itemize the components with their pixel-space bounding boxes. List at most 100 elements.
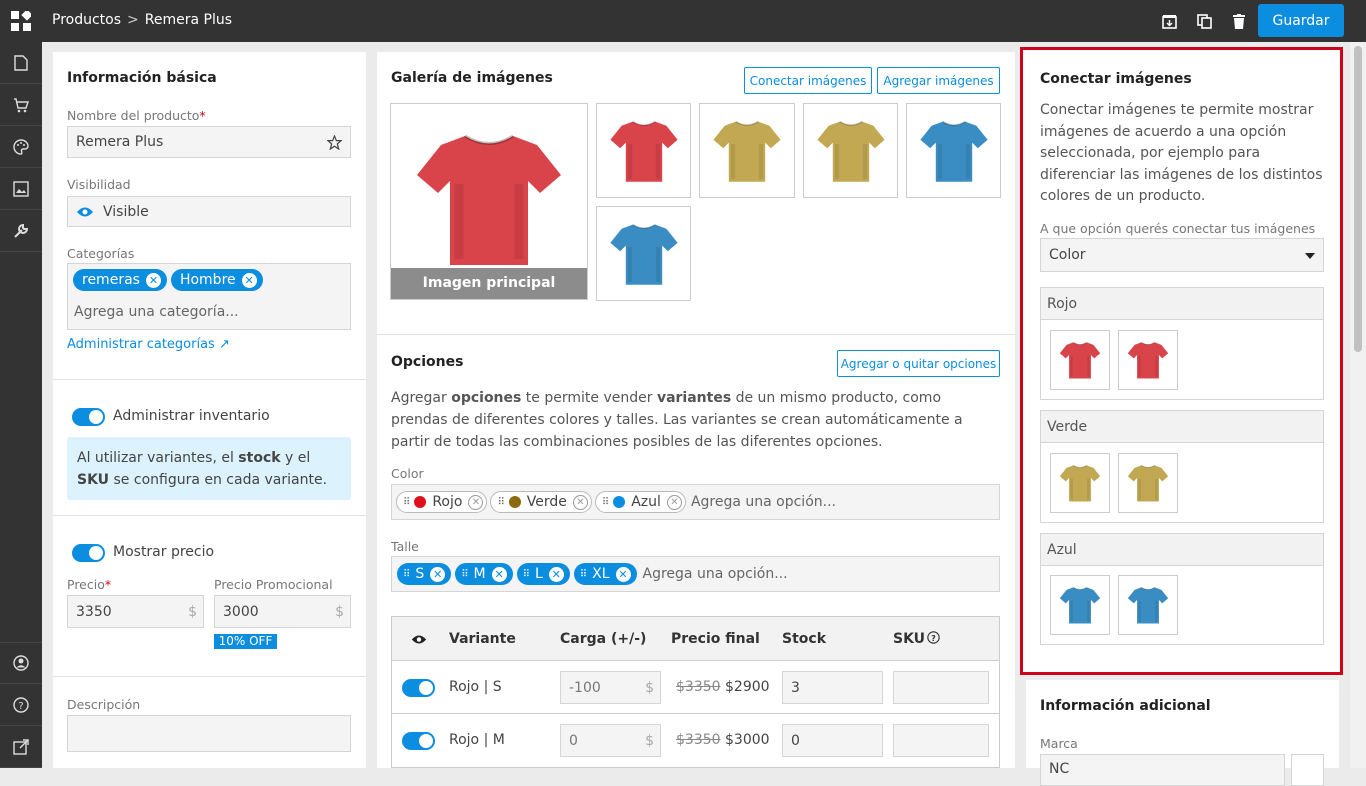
remove-option-icon[interactable]: ✕ <box>666 494 682 510</box>
svg-text:?: ? <box>18 701 23 712</box>
gallery-image[interactable] <box>803 103 898 198</box>
description-input[interactable] <box>67 715 351 752</box>
size-option-placeholder[interactable]: Agrega una opción... <box>643 566 788 582</box>
drag-handle-icon: ⠿ <box>579 568 587 580</box>
visibility-select[interactable]: Visible <box>67 196 351 227</box>
sku-input[interactable] <box>893 724 989 757</box>
blue-shirt-image <box>1059 584 1101 626</box>
save-button[interactable]: Guardar <box>1258 4 1344 37</box>
show-price-toggle[interactable] <box>72 544 105 562</box>
connect-images-button[interactable]: Conectar imágenes <box>744 67 872 94</box>
red-shirt-image <box>1127 339 1169 381</box>
breadcrumb-parent[interactable]: Productos <box>52 12 121 28</box>
size-options-input[interactable]: ⠿ S ✕ ⠿ M ✕ ⠿ L ✕ ⠿ XL ✕ Agrega una opción... <box>391 556 1000 592</box>
external-link-icon[interactable] <box>0 726 42 768</box>
variant-toggle[interactable] <box>402 732 435 750</box>
remove-size-icon[interactable]: ✕ <box>615 566 631 582</box>
gallery-image[interactable] <box>596 206 691 301</box>
group-image[interactable] <box>1050 575 1110 635</box>
add-brand-button[interactable] <box>1291 754 1324 786</box>
table-row: Rojo | M 0 $ $3350 $3000 0 <box>392 714 999 767</box>
account-icon[interactable] <box>0 642 42 684</box>
variant-toggle[interactable] <box>402 679 435 697</box>
scrollbar-thumb[interactable] <box>1354 46 1362 352</box>
description-label: Descripción <box>67 697 141 712</box>
inventory-toggle[interactable] <box>72 408 105 426</box>
help-icon[interactable]: ? <box>0 684 42 726</box>
main-image-caption: Imagen principal <box>391 268 587 299</box>
palette-icon[interactable] <box>0 126 42 168</box>
stock-input[interactable]: 0 <box>782 724 883 757</box>
document-icon[interactable] <box>0 42 42 84</box>
cart-icon[interactable] <box>0 84 42 126</box>
remove-size-icon[interactable]: ✕ <box>548 566 564 582</box>
gallery-image[interactable] <box>906 103 1001 198</box>
inventory-info-box: Al utilizar variantes, el stock y el SKU… <box>67 437 351 500</box>
size-chip[interactable]: ⠿ XL ✕ <box>573 563 637 585</box>
star-icon[interactable] <box>327 135 342 150</box>
olive-shirt-image <box>1127 462 1169 504</box>
wrench-icon[interactable] <box>0 210 42 252</box>
color-chip[interactable]: ⠿ Verde ✕ <box>490 491 592 513</box>
product-name-input[interactable]: Remera Plus <box>67 126 351 158</box>
scrollbar[interactable] <box>1350 42 1366 768</box>
color-chip[interactable]: ⠿ Azul ✕ <box>594 491 686 513</box>
remove-option-icon[interactable]: ✕ <box>468 494 484 510</box>
group-image[interactable] <box>1050 330 1110 390</box>
main-image[interactable]: Imagen principal <box>390 103 588 300</box>
edit-options-button[interactable]: Agregar o quitar opciones <box>837 350 1000 377</box>
red-shirt-image <box>414 124 564 274</box>
price-value: 3350 <box>76 603 112 620</box>
color-option-placeholder[interactable]: Agrega una opción... <box>691 494 836 510</box>
group-image[interactable] <box>1118 453 1178 513</box>
remove-option-icon[interactable]: ✕ <box>572 494 588 510</box>
gallery-image[interactable] <box>699 103 795 198</box>
color-swatch <box>613 496 626 508</box>
charge-input[interactable]: -100 $ <box>560 671 661 704</box>
size-chip[interactable]: ⠿ S ✕ <box>397 563 452 585</box>
color-chip[interactable]: ⠿ Rojo ✕ <box>396 491 488 513</box>
eye-icon[interactable] <box>411 634 427 645</box>
charge-input[interactable]: 0 $ <box>560 724 661 757</box>
variants-table: Variante Carga (+/-) Precio final Stock … <box>391 616 1000 768</box>
color-swatch <box>414 496 427 508</box>
archive-icon[interactable] <box>1160 12 1178 30</box>
gallery-options-card: Galería de imágenes Conectar imágenes Ag… <box>377 52 1015 768</box>
image-icon[interactable] <box>0 168 42 210</box>
app-logo-icon[interactable] <box>0 0 42 42</box>
add-images-button[interactable]: Agregar imágenes <box>877 67 1000 94</box>
help-icon[interactable]: ? <box>927 631 940 644</box>
gallery-title: Galería de imágenes <box>391 70 553 86</box>
group-image[interactable] <box>1118 575 1178 635</box>
sku-input[interactable] <box>893 671 989 704</box>
categories-input[interactable]: remeras ✕ Hombre ✕ Agrega una categoría... <box>67 263 351 330</box>
remove-category-icon[interactable]: ✕ <box>241 272 257 288</box>
categories-label: Categorías <box>67 246 135 261</box>
table-row: Rojo | S -100 $ $3350 $2900 3 <box>392 661 999 714</box>
group-header: Verde <box>1041 411 1323 443</box>
remove-size-icon[interactable]: ✕ <box>430 566 446 582</box>
breadcrumb-separator: > <box>127 12 139 28</box>
brand-input[interactable]: NC <box>1040 754 1285 786</box>
promo-price-input[interactable]: 3000 $ <box>214 595 351 628</box>
duplicate-icon[interactable] <box>1195 12 1213 30</box>
remove-category-icon[interactable]: ✕ <box>145 272 161 288</box>
basic-info-title: Información básica <box>67 70 217 86</box>
group-image[interactable] <box>1050 453 1110 513</box>
size-chip[interactable]: ⠿ M ✕ <box>455 563 513 585</box>
category-placeholder[interactable]: Agrega una categoría... <box>74 304 239 320</box>
visibility-value: Visible <box>103 203 149 220</box>
manage-categories-link[interactable]: Administrar categorías ↗ <box>67 337 230 352</box>
stock-input[interactable]: 3 <box>782 671 883 704</box>
remove-size-icon[interactable]: ✕ <box>491 566 507 582</box>
size-chip[interactable]: ⠿ L ✕ <box>516 563 570 585</box>
gallery-image[interactable] <box>596 103 691 198</box>
show-price-label: Mostrar precio <box>113 544 215 560</box>
red-shirt-image <box>1059 339 1101 381</box>
price-input[interactable]: 3350 $ <box>67 595 204 628</box>
color-options-input[interactable]: ⠿ Rojo ✕ ⠿ Verde ✕ ⠿ Azul ✕ Agrega una opción.… <box>391 484 1000 520</box>
trash-icon[interactable] <box>1230 12 1248 30</box>
connect-option-select[interactable]: Color <box>1040 238 1324 272</box>
blue-shirt-image <box>919 116 989 186</box>
group-image[interactable] <box>1118 330 1178 390</box>
